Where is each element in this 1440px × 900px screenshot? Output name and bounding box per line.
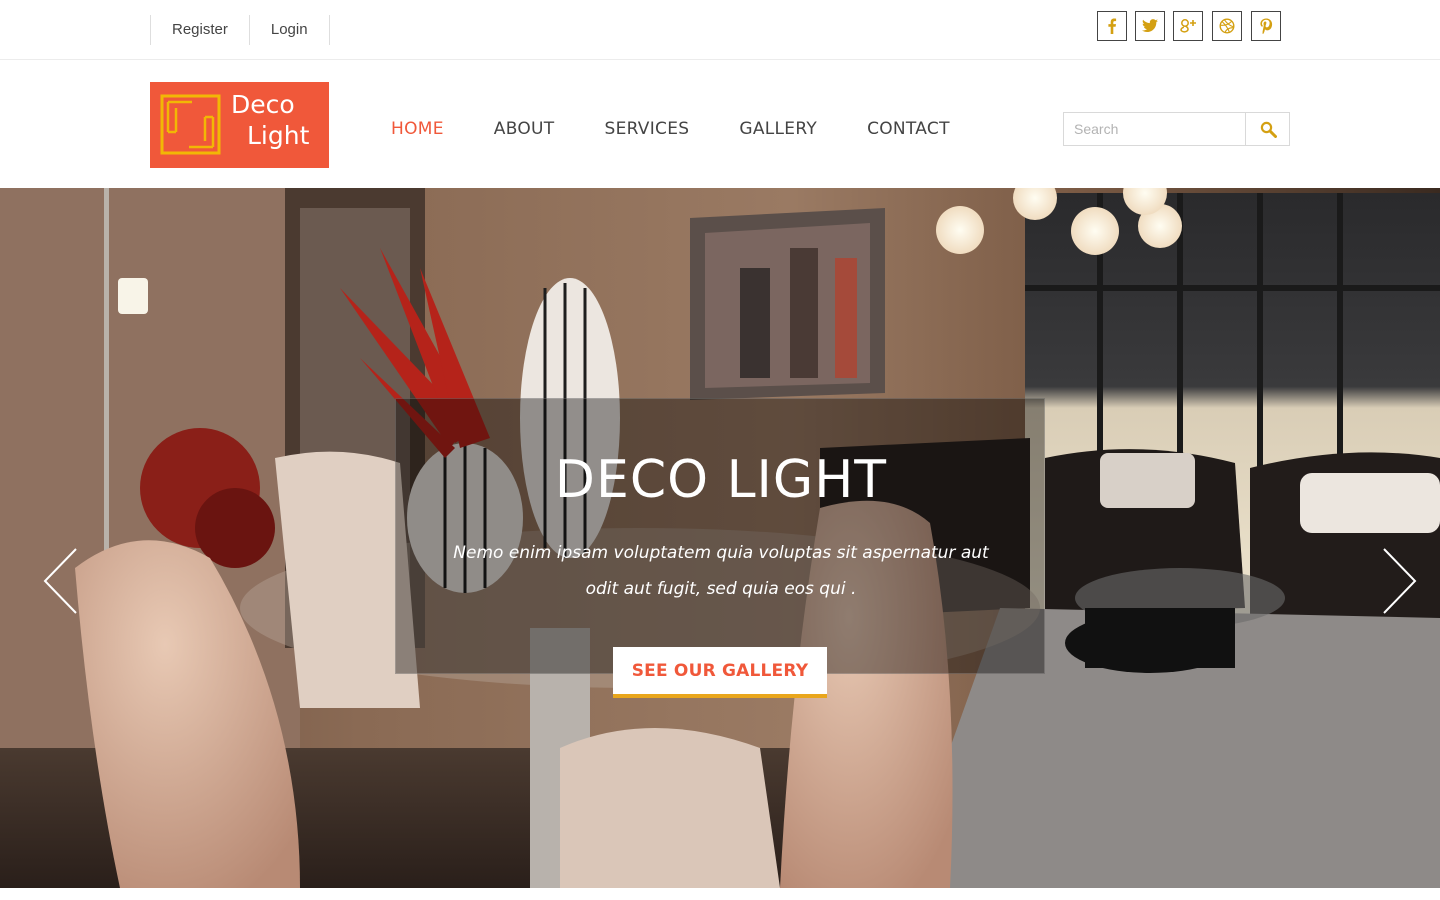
twitter-button[interactable] [1135, 11, 1165, 41]
social-links [1097, 11, 1281, 41]
hero-slider: DECO LIGHT Nemo enim ipsam voluptatem qu… [0, 188, 1440, 888]
nav-gallery[interactable]: GALLERY [739, 118, 817, 140]
hero-caption: DECO LIGHT Nemo enim ipsam voluptatem qu… [395, 398, 1045, 674]
chevron-right-icon [1383, 548, 1417, 614]
account-links: Register Login [150, 15, 330, 45]
search-button[interactable] [1245, 113, 1290, 145]
nav-contact[interactable]: CONTACT [867, 118, 950, 140]
chevron-left-icon [43, 548, 77, 614]
main-nav: HOME ABOUT SERVICES GALLERY CONTACT [391, 118, 1000, 140]
facebook-button[interactable] [1097, 11, 1127, 41]
pinterest-icon [1260, 18, 1273, 34]
logo-text-light: Light [247, 121, 310, 150]
hero-title: DECO LIGHT [554, 450, 888, 510]
hero-text: Nemo enim ipsam voluptatem quia voluptas… [453, 543, 989, 599]
see-gallery-button[interactable]: SEE OUR GALLERY [613, 647, 827, 698]
dribbble-button[interactable] [1212, 11, 1242, 41]
next-slide-button[interactable] [1380, 546, 1420, 616]
register-link[interactable]: Register [150, 15, 249, 45]
search-input[interactable] [1064, 113, 1245, 145]
search-icon [1260, 121, 1277, 138]
google-plus-icon [1180, 19, 1196, 33]
site-logo[interactable]: Deco Light [150, 82, 329, 168]
dribbble-icon [1219, 18, 1235, 34]
nav-about[interactable]: ABOUT [494, 118, 555, 140]
logo-text-deco: Deco [231, 90, 295, 119]
nav-home[interactable]: HOME [391, 118, 444, 140]
twitter-icon [1142, 19, 1158, 32]
pinterest-button[interactable] [1251, 11, 1281, 41]
prev-slide-button[interactable] [40, 546, 80, 616]
top-bar: Register Login [0, 0, 1440, 60]
google-plus-button[interactable] [1173, 11, 1203, 41]
search-box [1063, 112, 1290, 146]
facebook-icon [1108, 18, 1117, 34]
login-link[interactable]: Login [248, 15, 330, 45]
nav-services[interactable]: SERVICES [604, 118, 689, 140]
logo-frame-icon [160, 94, 221, 155]
